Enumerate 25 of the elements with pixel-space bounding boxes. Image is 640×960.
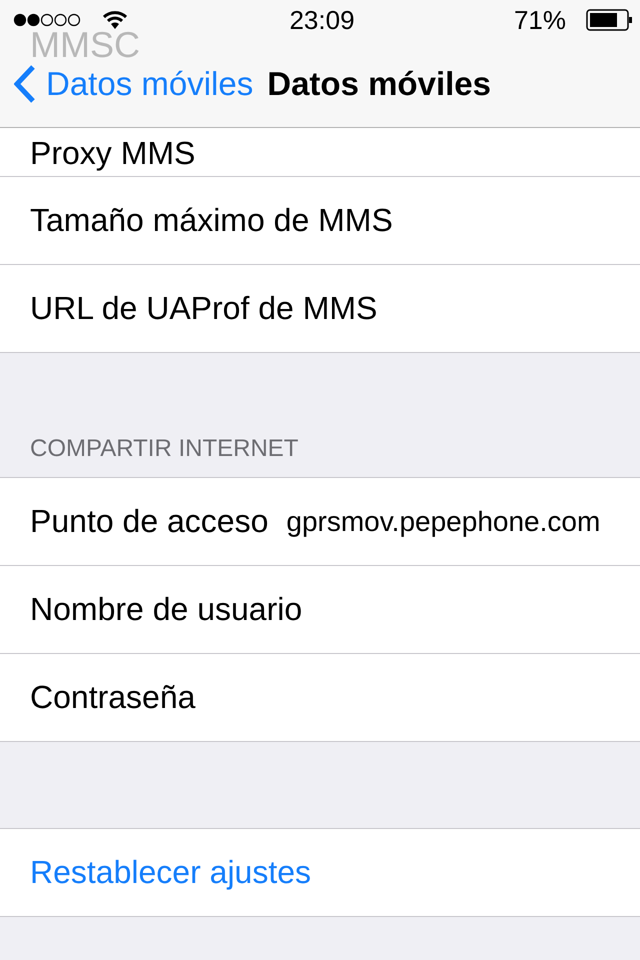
- row-label: Nombre de usuario: [30, 591, 302, 628]
- row-label: Punto de acceso: [30, 503, 268, 540]
- row-label: Tamaño máximo de MMS: [30, 202, 393, 239]
- action-link[interactable]: Restablecer ajustes: [30, 854, 312, 891]
- reset-settings-row[interactable]: Restablecer ajustes: [0, 829, 640, 916]
- row-value: gprsmov.pepephone.com: [286, 506, 600, 538]
- status-time: 23:09: [289, 4, 355, 36]
- scrolled-row-text: MMSC: [30, 24, 140, 66]
- settings-row[interactable]: URL de UAProf de MMS: [0, 264, 640, 352]
- back-button[interactable]: Datos móviles: [14, 64, 254, 102]
- settings-row[interactable]: Punto de acceso gprsmov.pepephone.com: [0, 478, 640, 565]
- battery-icon: [586, 9, 632, 31]
- battery-percentage: 71%: [514, 4, 566, 36]
- settings-row[interactable]: Nombre de usuario: [0, 565, 640, 653]
- wifi-icon: [102, 10, 128, 30]
- settings-row[interactable]: Proxy MMS: [0, 128, 640, 176]
- row-label: URL de UAProf de MMS: [30, 290, 378, 327]
- section-header: COMPARTIR INTERNET: [30, 435, 298, 463]
- chevron-left-icon: [14, 64, 36, 102]
- settings-row[interactable]: Tamaño máximo de MMS: [0, 176, 640, 264]
- screen-title: Datos móviles: [267, 64, 491, 102]
- settings-row[interactable]: Contraseña: [0, 653, 640, 741]
- signal-icon: [12, 12, 82, 28]
- row-label: Contraseña: [30, 679, 196, 716]
- row-label: Proxy MMS: [30, 135, 196, 172]
